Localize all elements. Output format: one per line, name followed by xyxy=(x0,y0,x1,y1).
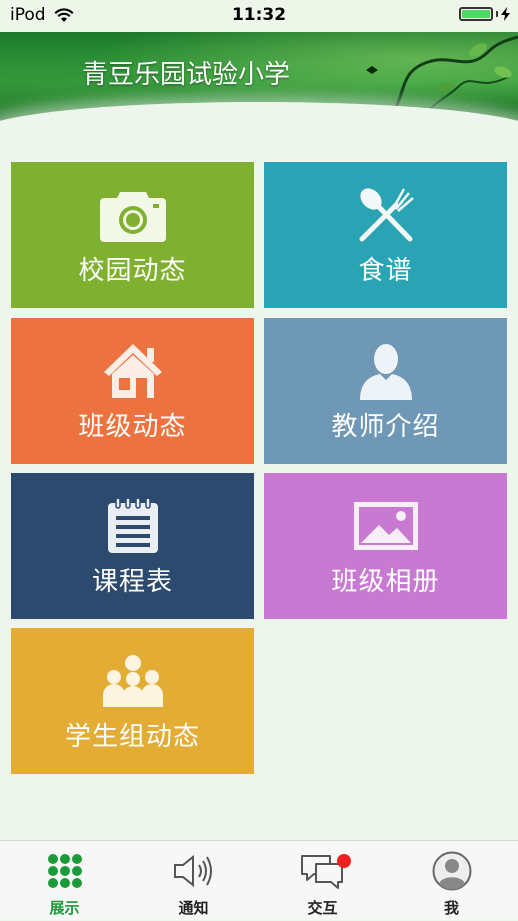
status-time: 11:32 xyxy=(231,5,287,25)
spoon-fork-icon xyxy=(264,184,507,246)
chat-bubbles-icon xyxy=(258,851,387,891)
group-icon xyxy=(11,650,254,712)
battery-icon xyxy=(459,7,493,21)
notepad-icon xyxy=(11,495,254,557)
page-title: 青豆乐园试验小学 xyxy=(82,60,291,90)
tile-label: 教师介绍 xyxy=(331,412,440,442)
charging-icon xyxy=(501,7,510,21)
bottom-tab-bar: 展示 通知 交互 我 xyxy=(0,840,518,920)
tab-label: 展示 xyxy=(49,899,80,917)
person-icon xyxy=(264,340,507,402)
tile-label: 校园动态 xyxy=(78,256,187,286)
tile-class-news[interactable]: 班级动态 xyxy=(11,318,254,464)
picture-icon xyxy=(264,495,507,557)
tile-label: 学生组动态 xyxy=(64,722,200,752)
user-avatar-icon xyxy=(387,851,516,891)
tab-showcase[interactable]: 展示 xyxy=(0,841,129,921)
vine-decoration-icon xyxy=(366,35,518,122)
tab-me[interactable]: 我 xyxy=(387,841,516,921)
house-icon xyxy=(11,340,254,402)
tile-teacher-intro[interactable]: 教师介绍 xyxy=(264,318,507,464)
status-bar: iPod 11:32 xyxy=(0,0,518,32)
speaker-icon xyxy=(129,851,258,891)
tile-timetable[interactable]: 课程表 xyxy=(11,473,254,619)
notification-badge xyxy=(337,854,351,868)
tile-student-group-news[interactable]: 学生组动态 xyxy=(11,628,254,774)
tile-campus-news[interactable]: 校园动态 xyxy=(11,162,254,308)
tile-label: 班级相册 xyxy=(331,567,440,597)
camera-icon xyxy=(11,184,254,246)
tab-label: 交互 xyxy=(307,899,338,917)
tile-recipes[interactable]: 食谱 xyxy=(264,162,507,308)
header-banner: 青豆乐园试验小学 xyxy=(0,32,518,122)
tile-label: 课程表 xyxy=(91,567,173,597)
tab-notifications[interactable]: 通知 xyxy=(129,841,258,921)
battery-indicator xyxy=(459,7,510,21)
tab-label: 我 xyxy=(443,899,459,917)
tile-label: 食谱 xyxy=(358,256,413,286)
tile-class-album[interactable]: 班级相册 xyxy=(264,473,507,619)
tab-label: 通知 xyxy=(178,899,209,917)
tab-interaction[interactable]: 交互 xyxy=(258,841,387,921)
grid-dots-icon xyxy=(0,851,129,891)
tile-label: 班级动态 xyxy=(78,412,187,442)
